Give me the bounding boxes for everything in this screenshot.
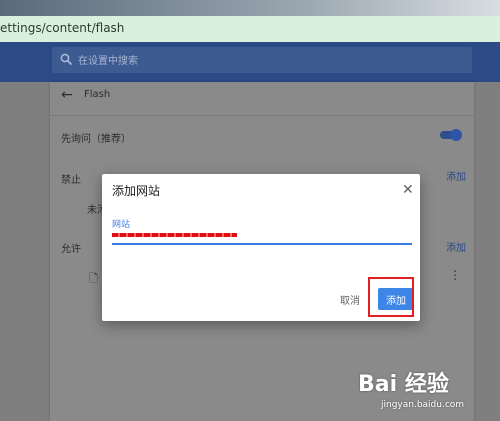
block-section-label: 禁止 <box>61 175 81 186</box>
block-add-button[interactable]: 添加 <box>446 168 466 183</box>
dialog-title: 添加网站 <box>112 184 161 198</box>
ask-first-toggle[interactable] <box>440 129 462 141</box>
cancel-button[interactable]: 取消 <box>340 292 360 307</box>
url-text[interactable]: ettings/content/flash <box>0 21 124 35</box>
browser-top-strip <box>0 0 500 16</box>
search-icon[interactable] <box>60 53 73 66</box>
allow-add-button[interactable]: 添加 <box>446 239 466 254</box>
site-input[interactable] <box>112 229 412 245</box>
redaction-scribble <box>112 233 237 237</box>
annotation-highlight-box <box>368 277 414 317</box>
search-placeholder[interactable]: 在设置中搜索 <box>78 52 138 67</box>
toggle-knob <box>450 129 462 141</box>
file-icon: 🗋 <box>89 272 98 285</box>
watermark-logo: Bai 经验 <box>358 372 449 397</box>
watermark-url: jingyan.baidu.com <box>381 400 465 410</box>
allow-section-label: 允许 <box>61 244 81 255</box>
page-title: Flash <box>84 89 111 100</box>
back-arrow-icon[interactable]: ← <box>61 87 73 103</box>
close-icon[interactable]: ✕ <box>402 182 414 198</box>
divider <box>50 115 474 116</box>
more-vert-icon[interactable]: ⋮ <box>449 268 461 282</box>
ask-first-label: 先询问（推荐） <box>61 134 131 145</box>
